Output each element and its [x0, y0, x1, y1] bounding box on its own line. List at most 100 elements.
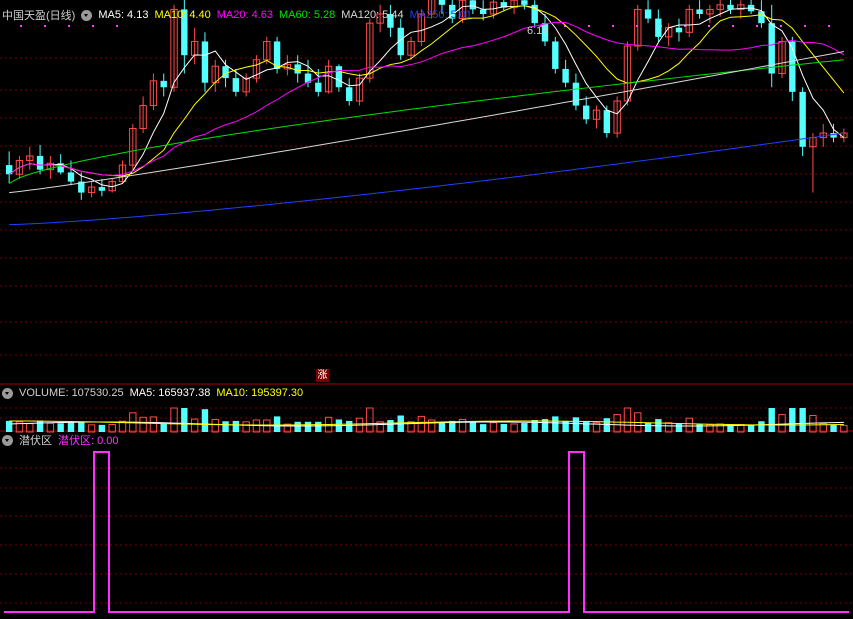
- volume-bar: [222, 421, 229, 432]
- volume-bar: [531, 420, 538, 432]
- volume-bar: [583, 420, 590, 432]
- candle-body: [521, 0, 528, 5]
- volume-bar: [438, 422, 446, 432]
- limit-up-marker: 涨: [316, 369, 329, 382]
- volume-bar: [747, 424, 755, 432]
- volume-bar: [500, 423, 507, 432]
- volume-bar: [36, 420, 44, 432]
- volume-bar: [387, 420, 394, 432]
- top-marker-dot: [20, 25, 22, 27]
- ma250-label: MA250: 5.01: [409, 9, 473, 21]
- ma5-line: [8, 5, 845, 188]
- candle-body: [572, 82, 580, 106]
- ma120-label: MA120: 5.44: [341, 9, 404, 21]
- candle-body: [222, 66, 229, 79]
- volume-bar: [758, 421, 765, 432]
- candle-body: [160, 80, 167, 88]
- volume-bar: [273, 416, 281, 432]
- volume-ma5-label: MA5: 165937.38: [129, 387, 211, 399]
- candle-body: [603, 110, 611, 134]
- price-header: 中国天盈(日线) MA5: 4.13 MA10: 4.40 MA20: 4.63…: [2, 8, 472, 22]
- dropdown-icon[interactable]: [2, 387, 13, 399]
- top-marker-dot: [780, 25, 782, 27]
- candle-body: [201, 41, 209, 83]
- candle-body: [346, 87, 353, 101]
- top-marker-dot: [68, 25, 70, 27]
- price-title: 中国天盈(日线): [2, 10, 76, 22]
- volume-bar: [417, 415, 426, 433]
- candle-body: [335, 66, 343, 88]
- candle-body: [232, 78, 240, 92]
- volume-bar: [789, 408, 796, 432]
- volume-bar: [366, 407, 374, 433]
- ma250-line: [9, 132, 844, 226]
- volume-bar: [830, 424, 837, 432]
- volume-bar: [67, 422, 75, 432]
- volume-bar: [78, 421, 85, 432]
- dropdown-icon[interactable]: [81, 9, 93, 21]
- candle-body: [315, 82, 322, 92]
- volume-bar: [304, 421, 312, 432]
- top-marker-dot: [588, 25, 590, 27]
- ma60-label: MA60: 5.28: [279, 9, 336, 21]
- volume-bar: [479, 424, 487, 432]
- candle-body: [67, 172, 75, 182]
- top-marker-dot: [708, 25, 710, 27]
- volume-bar: [211, 418, 219, 433]
- volume-bar: [562, 420, 569, 432]
- volume-bar: [170, 407, 178, 433]
- dropdown-icon[interactable]: [2, 434, 13, 446]
- volume-bar: [613, 414, 621, 433]
- volume-bar: [139, 416, 147, 433]
- volume-bar: [778, 414, 786, 433]
- top-marker-dot: [732, 25, 734, 27]
- ma10-label: MA10: 4.40: [154, 9, 211, 21]
- candle-body: [644, 9, 652, 19]
- volume-bar: [685, 417, 693, 433]
- volume-bar: [201, 409, 209, 432]
- candle-body: [768, 23, 775, 74]
- volume-bar: [242, 421, 250, 433]
- volume-bar: [294, 421, 301, 432]
- volume-bar: [190, 418, 199, 433]
- top-marker-dot: [804, 25, 806, 27]
- volume-bar: [149, 416, 158, 433]
- top-marker-dot: [44, 25, 46, 27]
- volume-ma10-label: MA10: 195397.30: [216, 387, 304, 399]
- volume-bar: [521, 423, 528, 432]
- top-marker-dot: [828, 25, 830, 27]
- volume-bar: [469, 422, 477, 432]
- indicator-header: 潜伏区 潜伏区: 0.00: [2, 433, 119, 447]
- candle-body: [552, 41, 559, 69]
- volume-bar: [768, 408, 775, 432]
- ma5-label: MA5: 4.13: [98, 9, 149, 21]
- volume-bar: [623, 407, 632, 433]
- candle-body: [36, 155, 44, 170]
- ma20-line: [8, 21, 845, 176]
- volume-bar: [315, 421, 322, 432]
- volume-bar: [572, 417, 580, 432]
- volume-bar: [346, 420, 353, 432]
- chart-canvas: [0, 0, 853, 613]
- top-marker-dot: [756, 25, 758, 27]
- volume-bar: [160, 423, 167, 432]
- volume-bar: [675, 423, 683, 432]
- volume-bar: [552, 416, 559, 432]
- candle-body: [583, 105, 590, 120]
- candle-body: [98, 187, 106, 191]
- candle-body: [562, 68, 569, 83]
- candle-body: [294, 64, 301, 74]
- peak-price-label: 6.18: [527, 25, 549, 37]
- candle-body: [696, 9, 703, 14]
- volume-bar: [181, 408, 188, 432]
- volume-bar: [98, 424, 106, 432]
- top-marker-dot: [116, 25, 118, 27]
- candle-body: [675, 27, 683, 33]
- ma20-label: MA20: 4.63: [216, 9, 273, 21]
- volume-bar: [799, 408, 806, 432]
- volume-bar: [57, 423, 64, 432]
- candle-body: [479, 9, 487, 14]
- indicator-title: 潜伏区: [19, 435, 52, 447]
- volume-header: VOLUME: 107530.25 MA5: 165937.38 MA10: 1…: [2, 386, 303, 400]
- volume-label: VOLUME: 107530.25: [19, 387, 124, 399]
